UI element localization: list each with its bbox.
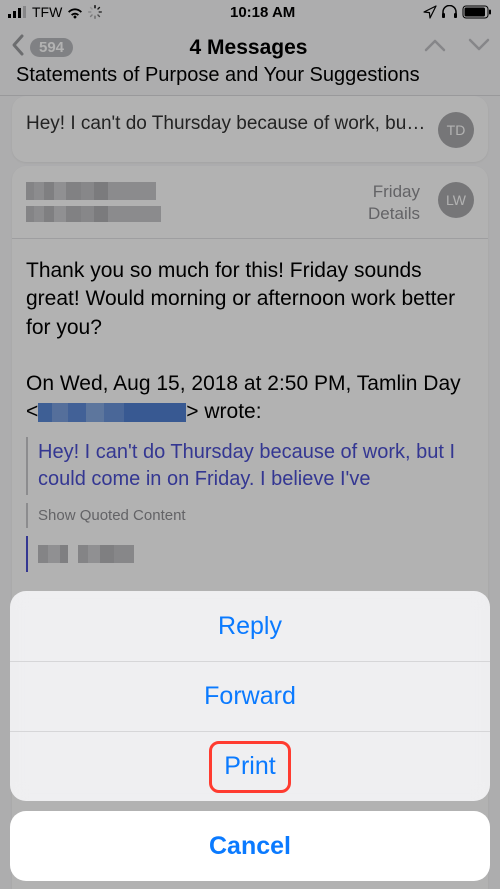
screen: TFW 10:18 AM [0, 0, 500, 889]
print-button[interactable]: Print [10, 731, 490, 801]
print-label: Print [224, 752, 275, 781]
cancel-button[interactable]: Cancel [10, 811, 490, 881]
action-sheet-group: Reply Forward Print [10, 591, 490, 801]
forward-button[interactable]: Forward [10, 661, 490, 731]
reply-button[interactable]: Reply [10, 591, 490, 661]
action-sheet: Reply Forward Print Cancel [10, 591, 490, 881]
